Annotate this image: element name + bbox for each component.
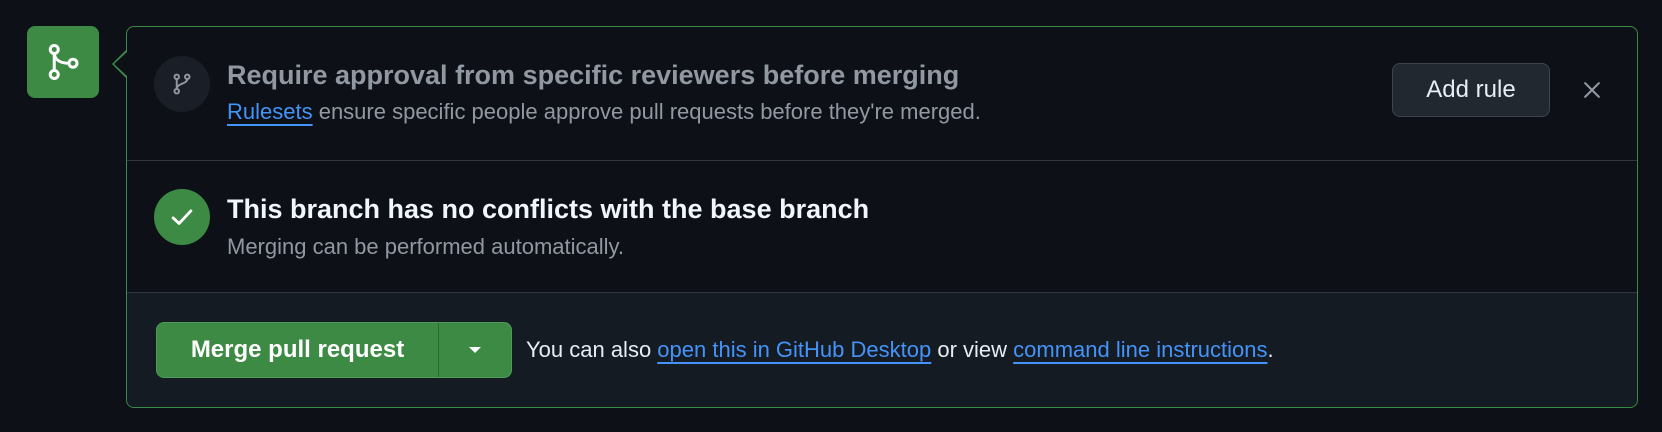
check-icon-circle bbox=[154, 189, 210, 245]
x-icon bbox=[1584, 82, 1600, 98]
merge-method-dropdown[interactable] bbox=[439, 323, 511, 377]
also-prefix: You can also bbox=[526, 337, 658, 362]
alternative-options-text: You can also open this in GitHub Desktop… bbox=[526, 337, 1274, 363]
reviewers-description-text: ensure specific people approve pull requ… bbox=[312, 99, 981, 124]
dismiss-button[interactable] bbox=[1574, 72, 1610, 108]
rulesets-link[interactable]: Rulesets bbox=[227, 99, 313, 124]
conflicts-section: This branch has no conflicts with the ba… bbox=[127, 161, 1637, 293]
merge-actions-section: Merge pull request You can also open thi… bbox=[127, 293, 1637, 407]
merge-box: Require approval from specific reviewers… bbox=[126, 26, 1638, 408]
github-desktop-link[interactable]: open this in GitHub Desktop bbox=[657, 337, 931, 362]
merge-status-badge bbox=[27, 26, 99, 98]
merge-button-group: Merge pull request bbox=[156, 322, 512, 378]
reviewers-description: Rulesets ensure specific people approve … bbox=[227, 99, 981, 125]
conflicts-title: This branch has no conflicts with the ba… bbox=[227, 194, 870, 224]
command-line-instructions-link[interactable]: command line instructions bbox=[1013, 337, 1267, 362]
reviewers-title: Require approval from specific reviewers… bbox=[227, 60, 960, 90]
also-suffix: . bbox=[1267, 337, 1274, 362]
also-middle: or view bbox=[931, 337, 1014, 362]
add-rule-button[interactable]: Add rule bbox=[1392, 63, 1550, 117]
panel-pointer-fill bbox=[114, 52, 127, 76]
branch-icon-circle bbox=[154, 56, 210, 112]
conflicts-subtitle: Merging can be performed automatically. bbox=[227, 234, 625, 259]
reviewers-section: Require approval from specific reviewers… bbox=[127, 27, 1637, 161]
git-branch-icon bbox=[173, 73, 191, 95]
check-icon bbox=[171, 209, 193, 225]
git-merge-icon bbox=[48, 43, 79, 80]
merge-pull-request-button[interactable]: Merge pull request bbox=[157, 323, 439, 377]
triangle-down-icon bbox=[469, 347, 481, 353]
